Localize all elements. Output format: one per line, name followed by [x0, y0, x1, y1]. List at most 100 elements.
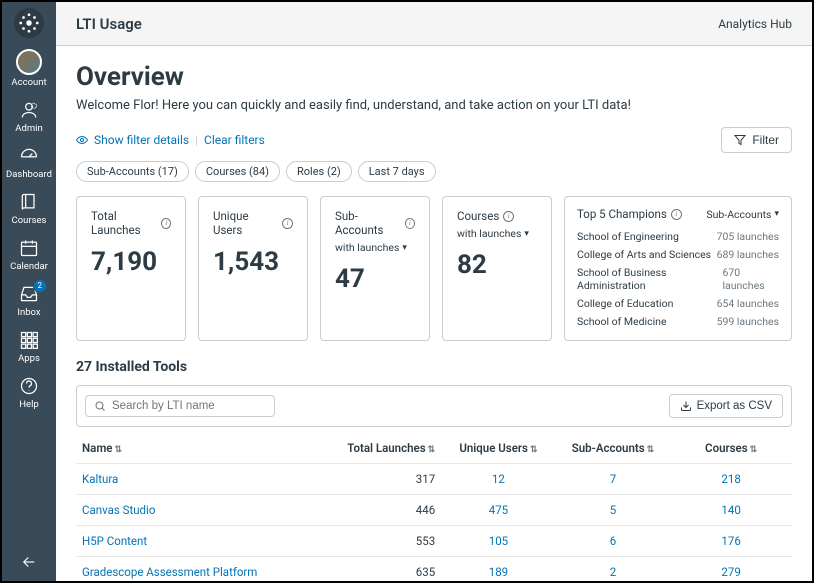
champions-dropdown[interactable]: Sub-Accounts▾ [706, 208, 779, 221]
divider: | [195, 133, 198, 147]
stat-unique-users: Unique Usersi 1,543 [198, 196, 308, 341]
cell-users-link[interactable]: 475 [489, 503, 508, 517]
download-icon [680, 400, 692, 412]
cell-subaccounts-link[interactable]: 6 [610, 534, 616, 548]
clear-filters-link[interactable]: Clear filters [204, 133, 265, 147]
search-icon [94, 400, 106, 412]
sort-icon: ⇅ [428, 445, 436, 455]
cell-users-link[interactable]: 105 [489, 534, 508, 548]
filter-button[interactable]: Filter [721, 127, 792, 153]
filter-chip[interactable]: Last 7 days [358, 161, 436, 182]
filter-icon [734, 134, 746, 146]
search-input[interactable] [112, 400, 266, 412]
col-subaccounts[interactable]: Sub-Accounts⇅ [556, 433, 671, 464]
info-icon[interactable]: i [405, 218, 415, 229]
cell-courses-link[interactable]: 176 [721, 534, 740, 548]
champion-count: 670 launches [722, 266, 779, 292]
col-courses[interactable]: Courses⇅ [670, 433, 792, 464]
nav-calendar[interactable]: Calendar [2, 232, 56, 278]
cell-launches: 553 [327, 526, 442, 557]
nav-dashboard[interactable]: Dashboard [2, 140, 56, 186]
stat-courses: Coursesi with launches▾ 82 [442, 196, 552, 341]
show-filter-details-link[interactable]: Show filter details [94, 133, 189, 147]
info-icon[interactable]: i [671, 209, 682, 220]
unread-badge: 2 [33, 279, 48, 293]
table-row: Gradescope Assessment Platform 635 189 2 279 [76, 557, 792, 582]
cell-launches: 446 [327, 495, 442, 526]
welcome-text: Welcome Flor! Here you can quickly and e… [76, 98, 792, 113]
nav-courses[interactable]: Courses [2, 186, 56, 232]
cell-subaccounts-link[interactable]: 5 [610, 503, 616, 517]
filter-chip[interactable]: Sub-Accounts (17) [76, 161, 189, 182]
champion-name: School of Business Administration [577, 266, 722, 292]
chevron-down-icon: ▾ [774, 209, 779, 219]
stat-sub-dropdown[interactable]: with launches▾ [457, 227, 537, 240]
cell-subaccounts-link[interactable]: 2 [610, 565, 616, 579]
cell-courses-link[interactable]: 279 [721, 565, 740, 579]
nav-apps[interactable]: Apps [2, 324, 56, 370]
nav-label: Inbox [17, 307, 40, 318]
stat-value: 1,543 [213, 247, 293, 277]
nav-admin[interactable]: Admin [2, 94, 56, 140]
info-icon[interactable]: i [503, 211, 514, 222]
col-users[interactable]: Unique Users⇅ [441, 433, 556, 464]
filter-links: Show filter details | Clear filters [76, 133, 265, 147]
content: Overview Welcome Flor! Here you can quic… [56, 46, 812, 581]
champion-name: College of Arts and Sciences [577, 248, 711, 261]
stat-cards: Total Launchesi 7,190 Unique Usersi 1,54… [76, 196, 792, 341]
nav-label: Apps [18, 353, 40, 364]
sort-icon: ⇅ [647, 445, 655, 455]
champion-row: College of Education654 launches [577, 294, 779, 312]
nav-label: Dashboard [6, 169, 52, 180]
tool-name-link[interactable]: H5P Content [82, 534, 147, 548]
table-row: H5P Content 553 105 6 176 [76, 526, 792, 557]
stat-sub-dropdown[interactable]: with launches▾ [335, 241, 415, 254]
nav-account[interactable]: Account [2, 44, 56, 94]
col-launches[interactable]: Total Launches⇅ [327, 433, 442, 464]
collapse-nav-button[interactable] [2, 553, 56, 571]
info-icon[interactable]: i [282, 218, 293, 229]
table-toolbar: Export as CSV [76, 385, 792, 427]
global-nav: Account Admin Dashboard CoursesCalendar2 Inb… [2, 2, 56, 581]
table-row: Canvas Studio 446 475 5 140 [76, 495, 792, 526]
sort-icon: ⇅ [115, 445, 123, 455]
cell-launches: 317 [327, 464, 442, 495]
admin-icon [19, 99, 39, 121]
champion-row: School of Engineering705 launches [577, 227, 779, 245]
filter-chip[interactable]: Courses (84) [195, 161, 280, 182]
filter-button-label: Filter [752, 133, 779, 147]
cell-launches: 635 [327, 557, 442, 582]
cell-users-link[interactable]: 12 [492, 472, 505, 486]
champion-name: School of Medicine [577, 315, 667, 328]
nav-help[interactable]: Help [2, 370, 56, 416]
nav-label: Account [11, 77, 46, 88]
cell-courses-link[interactable]: 218 [721, 472, 740, 486]
topbar: LTI Usage Analytics Hub [56, 2, 812, 46]
stat-value: 47 [335, 264, 415, 294]
export-csv-button[interactable]: Export as CSV [669, 394, 783, 418]
cell-subaccounts-link[interactable]: 7 [610, 472, 616, 486]
tool-name-link[interactable]: Canvas Studio [82, 503, 155, 517]
main: LTI Usage Analytics Hub Overview Welcome… [56, 2, 812, 581]
champion-count: 599 launches [717, 315, 779, 328]
brand-logo[interactable] [14, 8, 44, 38]
cell-courses-link[interactable]: 140 [721, 503, 740, 517]
cell-users-link[interactable]: 189 [489, 565, 508, 579]
calendar-icon [19, 237, 39, 259]
champion-count: 689 launches [717, 248, 779, 261]
stat-label: Sub-Accounts [335, 209, 401, 237]
champion-row: School of Medicine 599 launches [577, 312, 779, 330]
stat-value: 82 [457, 250, 537, 280]
apps-icon [19, 329, 39, 351]
nav-label: Help [19, 399, 38, 410]
courses-icon [19, 191, 39, 213]
nav-inbox[interactable]: 2 Inbox [2, 278, 56, 324]
export-label: Export as CSV [697, 400, 772, 412]
filter-chip[interactable]: Roles (2) [286, 161, 352, 182]
col-name[interactable]: Name⇅ [76, 433, 327, 464]
champion-name: School of Engineering [577, 230, 679, 243]
tool-name-link[interactable]: Kaltura [82, 472, 118, 486]
breadcrumb[interactable]: Analytics Hub [718, 17, 792, 31]
info-icon[interactable]: i [161, 218, 171, 229]
tool-name-link[interactable]: Gradescope Assessment Platform [82, 565, 257, 579]
